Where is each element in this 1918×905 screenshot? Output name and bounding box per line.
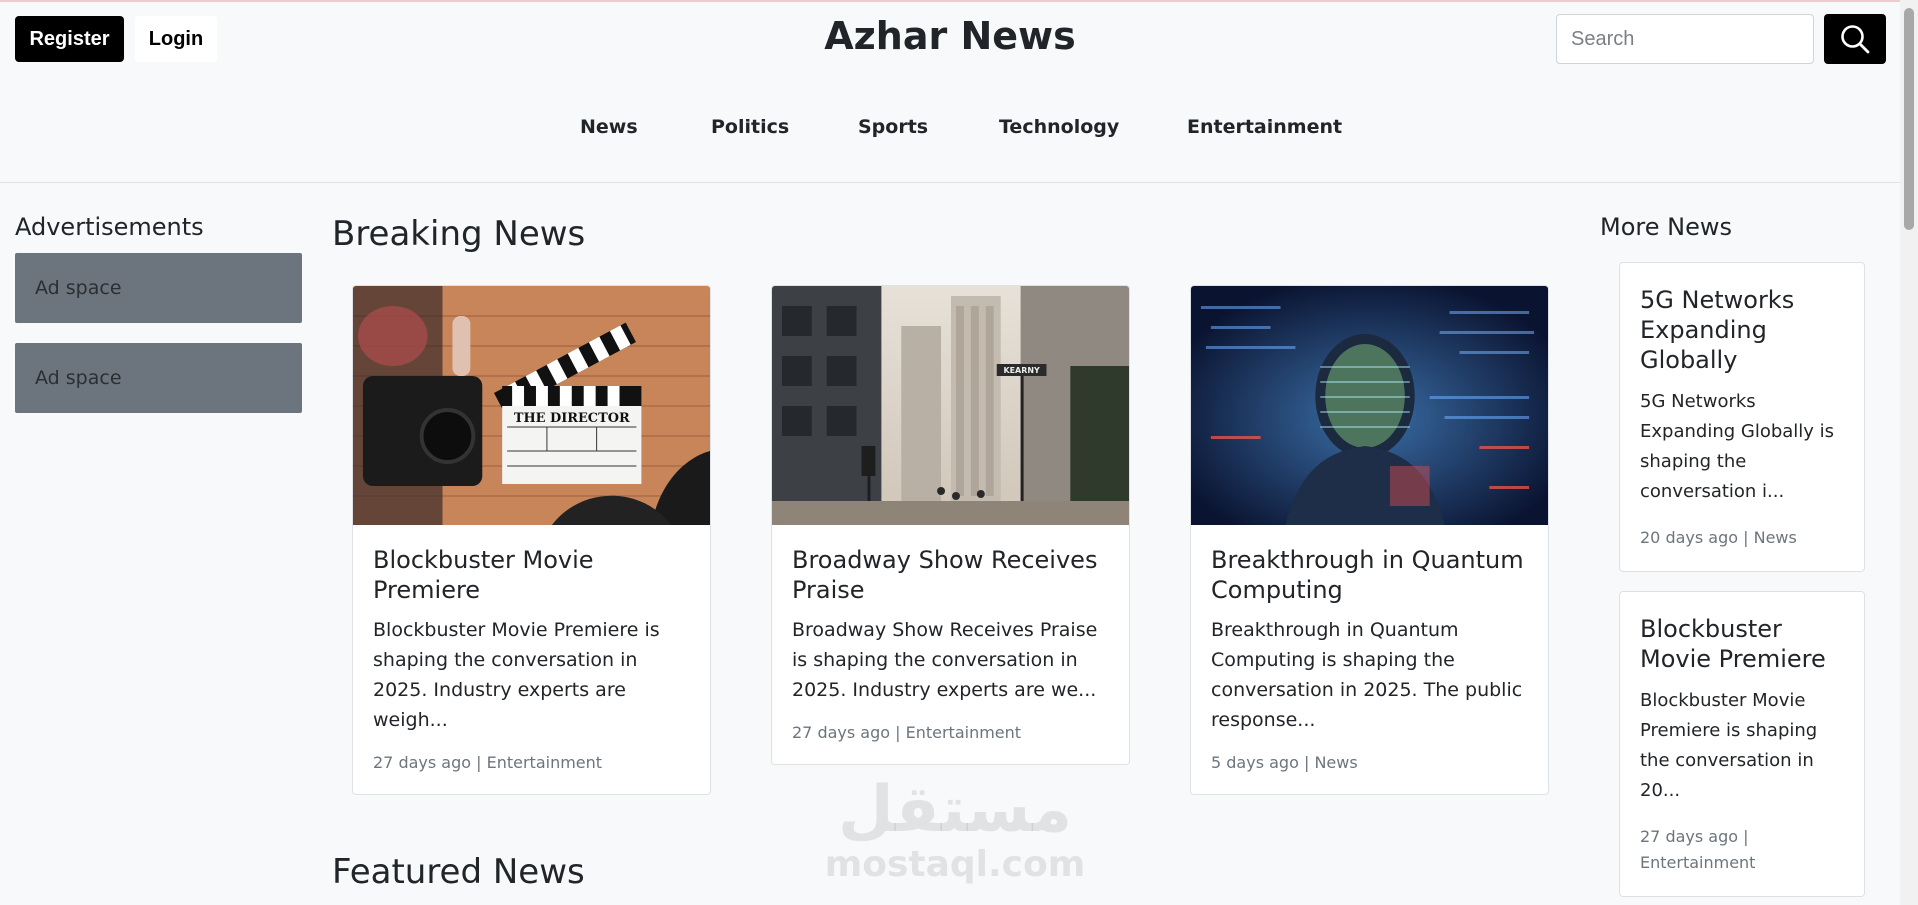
card-excerpt: Blockbuster Movie Premiere is shaping th… bbox=[373, 619, 660, 731]
more-news-category: News bbox=[1753, 528, 1797, 547]
more-news-heading: More News bbox=[1600, 213, 1732, 241]
search-button[interactable] bbox=[1824, 14, 1886, 64]
more-news-excerpt: 5G Networks Expanding Globally is shapin… bbox=[1640, 391, 1835, 502]
card-meta: 5 days ago | News bbox=[1211, 753, 1358, 772]
scrollbar-thumb[interactable] bbox=[1904, 8, 1914, 230]
search-icon bbox=[1841, 25, 1870, 54]
ad-space[interactable]: Ad space bbox=[15, 253, 302, 323]
card-category: Entertainment bbox=[905, 723, 1022, 742]
watermark-arabic: مستقل bbox=[837, 773, 1073, 847]
ad-space-label: Ad space bbox=[35, 367, 122, 389]
card-age: 27 days ago bbox=[792, 723, 891, 742]
city-street-image: KEARNY bbox=[772, 286, 1129, 525]
digital-projection-portrait-image bbox=[1191, 286, 1548, 525]
card-title[interactable]: Broadway Show Receives Praise bbox=[792, 545, 1109, 605]
street-sign-text: KEARNY bbox=[1003, 366, 1039, 375]
card-excerpt: Breakthrough in Quantum Computing is sha… bbox=[1211, 619, 1523, 731]
search-input[interactable] bbox=[1556, 14, 1814, 64]
more-news-category: Entertainment bbox=[1640, 853, 1756, 872]
more-news-meta: 27 days ago | Entertainment bbox=[1640, 827, 1756, 872]
more-news-excerpt: Blockbuster Movie Premiere is shaping th… bbox=[1640, 690, 1818, 801]
top-bar: Register Login Azhar News bbox=[0, 0, 1900, 72]
news-card[interactable]: KEARNY Broadway Show Receives Praise Bro… bbox=[771, 285, 1130, 765]
breaking-news-heading: Breaking News bbox=[332, 214, 586, 254]
clapperboard-text: THE DIRECTOR bbox=[514, 411, 630, 426]
nav-item-news[interactable]: News bbox=[580, 116, 638, 138]
more-news-card[interactable]: Blockbuster Movie Premiere Blockbuster M… bbox=[1619, 591, 1865, 897]
news-card[interactable]: THE DIRECTOR Blockbuster Movie Premiere … bbox=[352, 285, 711, 795]
card-meta: 27 days ago | Entertainment bbox=[792, 723, 1022, 742]
mostaql-watermark: مستقل mostaql.com bbox=[820, 775, 1090, 885]
main-nav: News Politics Sports Technology Entertai… bbox=[0, 72, 1900, 183]
card-category: Entertainment bbox=[486, 753, 603, 772]
more-news-meta: 20 days ago | News bbox=[1640, 528, 1797, 547]
card-title[interactable]: Blockbuster Movie Premiere bbox=[373, 545, 690, 605]
film-clapperboard-image: THE DIRECTOR bbox=[353, 286, 710, 525]
nav-item-sports[interactable]: Sports bbox=[858, 116, 928, 138]
watermark-latin: mostaql.com bbox=[824, 844, 1086, 885]
card-excerpt: Broadway Show Receives Praise is shaping… bbox=[792, 619, 1098, 701]
featured-news-heading: Featured News bbox=[332, 852, 585, 892]
card-category: News bbox=[1314, 753, 1358, 772]
card-title[interactable]: Breakthrough in Quantum Computing bbox=[1211, 545, 1528, 605]
card-age: 27 days ago bbox=[373, 753, 472, 772]
more-news-title[interactable]: Blockbuster Movie Premiere bbox=[1640, 614, 1844, 674]
nav-item-technology[interactable]: Technology bbox=[999, 116, 1119, 138]
card-age: 5 days ago bbox=[1211, 753, 1299, 772]
ad-space-label: Ad space bbox=[35, 277, 122, 299]
more-news-age: 20 days ago bbox=[1640, 528, 1739, 547]
more-news-card[interactable]: 5G Networks Expanding Globally 5G Networ… bbox=[1619, 262, 1865, 572]
nav-item-politics[interactable]: Politics bbox=[711, 116, 789, 138]
card-meta: 27 days ago | Entertainment bbox=[373, 753, 603, 772]
advertisements-heading: Advertisements bbox=[15, 213, 204, 241]
more-news-age: 27 days ago bbox=[1640, 827, 1739, 846]
more-news-title[interactable]: 5G Networks Expanding Globally bbox=[1640, 285, 1844, 375]
news-card[interactable]: Breakthrough in Quantum Computing Breakt… bbox=[1190, 285, 1549, 795]
page: Register Login Azhar News News Politics … bbox=[0, 0, 1918, 905]
nav-item-entertainment[interactable]: Entertainment bbox=[1187, 116, 1342, 138]
ad-space[interactable]: Ad space bbox=[15, 343, 302, 413]
